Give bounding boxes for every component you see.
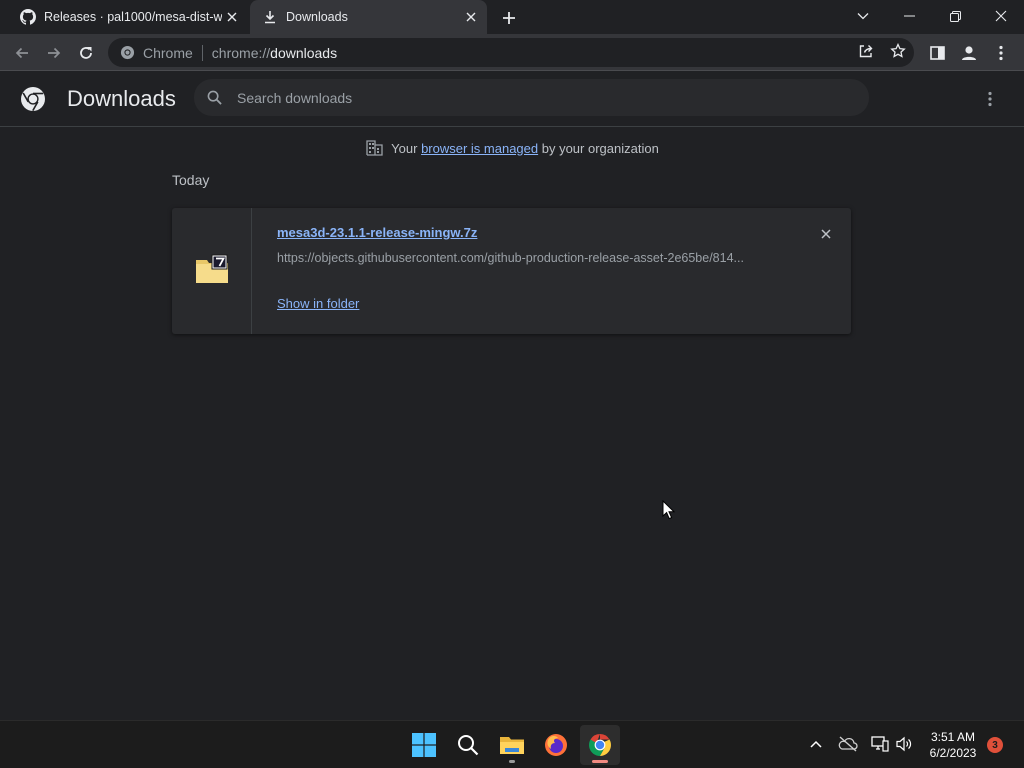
close-tab-icon[interactable] — [461, 7, 481, 27]
tab-downloads[interactable]: Downloads — [250, 0, 487, 34]
show-in-folder-link[interactable]: Show in folder — [277, 296, 359, 311]
file-source-url: https://objects.githubusercontent.com/gi… — [277, 251, 744, 265]
search-icon — [206, 90, 222, 106]
7z-archive-icon — [196, 254, 228, 283]
search-box[interactable] — [194, 79, 869, 116]
chrome-menu-icon[interactable] — [988, 40, 1014, 66]
search-icon — [458, 735, 479, 756]
taskbar-chrome[interactable] — [580, 725, 620, 765]
tab-title: Downloads — [286, 10, 348, 24]
show-hidden-icons-chevron-icon[interactable] — [805, 733, 827, 755]
managed-text-prefix: Your — [391, 140, 422, 156]
tab-title: Releases · pal1000/mesa-dist-win — [44, 10, 222, 24]
chrome-icon — [589, 734, 611, 756]
date-section-label: Today — [172, 172, 210, 188]
clock-time: 3:51 AM — [930, 730, 976, 744]
file-explorer-icon — [500, 737, 524, 754]
file-name-link[interactable]: mesa3d-23.1.1-release-mingw.7z — [277, 225, 477, 240]
share-icon[interactable] — [855, 40, 877, 62]
remove-from-list-icon[interactable] — [816, 224, 836, 244]
onedrive-offline-icon[interactable] — [837, 733, 859, 755]
managed-text-suffix: by your organization — [538, 140, 659, 156]
download-item: mesa3d-23.1.1-release-mingw.7z https://o… — [172, 208, 851, 334]
windows-taskbar: 3:51 AM 6/2/2023 3 — [0, 720, 1024, 768]
divider — [201, 44, 203, 61]
mouse-cursor-icon — [662, 500, 676, 520]
browser-managed-link[interactable]: browser is managed — [421, 141, 538, 156]
network-icon[interactable] — [869, 733, 891, 755]
restore-button[interactable] — [932, 0, 978, 32]
file-icon-column — [172, 208, 252, 334]
url-path: downloads — [270, 44, 338, 61]
close-tab-icon[interactable] — [222, 7, 242, 27]
downloads-header: Downloads — [0, 71, 1024, 127]
bookmark-star-icon[interactable] — [887, 40, 909, 62]
start-button[interactable] — [404, 725, 444, 765]
volume-icon[interactable] — [893, 733, 915, 755]
search-input[interactable] — [237, 89, 837, 106]
minimize-button[interactable] — [886, 0, 932, 32]
side-panel-icon[interactable] — [924, 40, 950, 66]
more-actions-icon[interactable] — [978, 87, 1002, 111]
chrome-icon — [119, 45, 135, 61]
start-icon — [412, 733, 436, 757]
browser-toolbar: Chrome chrome://downloads — [0, 34, 1024, 71]
building-icon — [365, 139, 383, 157]
notification-badge[interactable]: 3 — [987, 737, 1003, 753]
managed-notice: Your browser is managed by your organiza… — [0, 139, 1024, 157]
site-label: Chrome — [143, 44, 193, 61]
address-bar[interactable]: Chrome chrome://downloads — [108, 38, 914, 67]
system-clock[interactable]: 3:51 AM 6/2/2023 — [920, 729, 986, 761]
firefox-icon — [545, 734, 567, 756]
url-scheme: chrome:// — [211, 44, 271, 61]
tab-search-chevron-icon[interactable] — [840, 0, 886, 32]
close-window-button[interactable] — [978, 0, 1024, 32]
forward-button[interactable] — [40, 39, 68, 67]
taskbar-search-button[interactable] — [448, 725, 488, 765]
taskbar-firefox[interactable] — [536, 725, 576, 765]
github-icon — [20, 9, 36, 25]
active-indicator — [592, 760, 608, 763]
clock-date: 6/2/2023 — [929, 746, 977, 760]
tab-strip: Releases · pal1000/mesa-dist-win Downloa… — [0, 0, 1024, 34]
back-button[interactable] — [8, 39, 36, 67]
taskbar-file-explorer[interactable] — [492, 725, 532, 765]
reload-button[interactable] — [72, 39, 100, 67]
download-icon — [262, 9, 278, 25]
profile-icon[interactable] — [956, 40, 982, 66]
new-tab-button[interactable] — [498, 7, 520, 29]
chrome-logo-icon — [21, 87, 45, 111]
page-title: Downloads — [67, 86, 176, 111]
running-indicator — [509, 760, 515, 763]
tab-releases[interactable]: Releases · pal1000/mesa-dist-win — [8, 0, 248, 34]
